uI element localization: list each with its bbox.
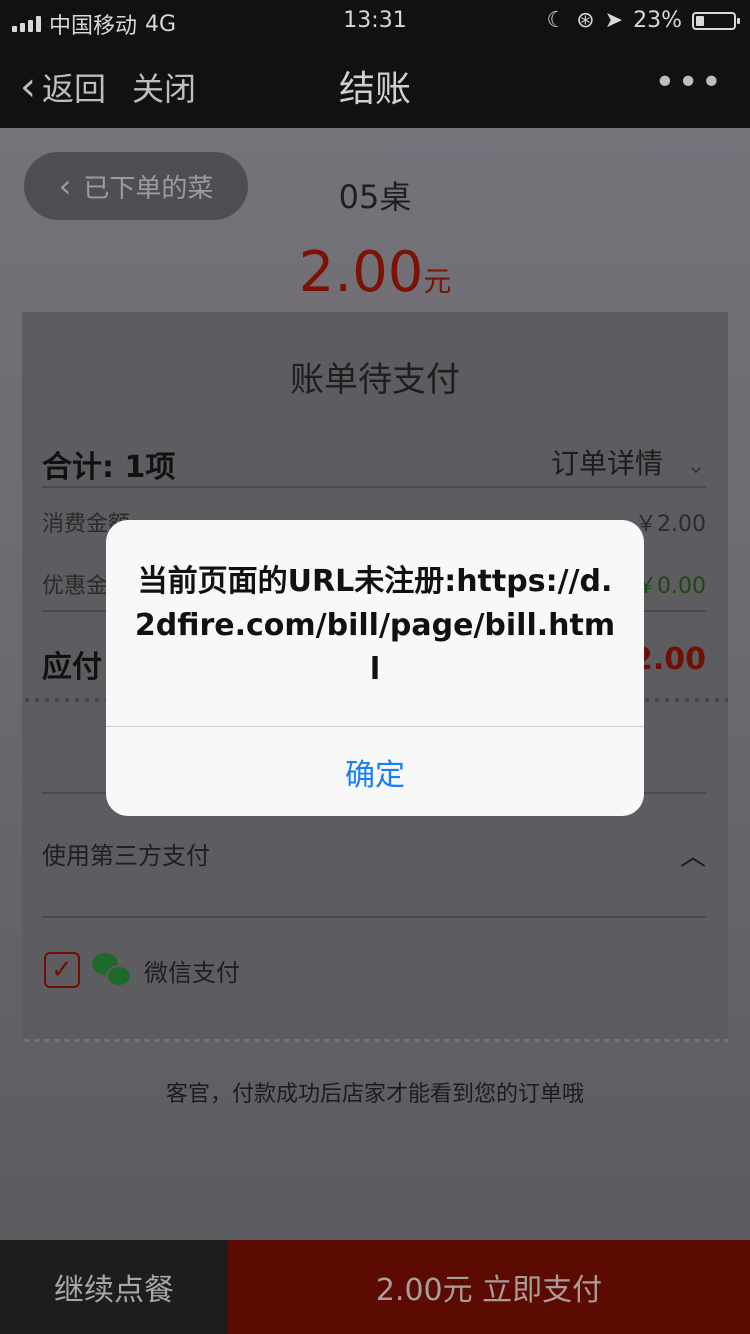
payment-tip: 客官，付款成功后店家才能看到您的订单哦 xyxy=(165,1082,584,1107)
bottom-bar: 继续点餐 2.00元 立即支付 xyxy=(0,1240,750,1334)
alert-dialog: 当前页面的URL未注册:https://d.2dfire.com/bill/pa… xyxy=(106,520,644,816)
rotation-lock-icon: ⊛ xyxy=(576,8,595,33)
perforation-top xyxy=(22,309,728,315)
third-party-pay-label: 使用第三方支付 xyxy=(42,842,210,870)
pay-now-button[interactable]: 2.00元 立即支付 xyxy=(228,1240,750,1334)
chevron-up-icon: ︿ xyxy=(679,842,706,872)
alert-message: 当前页面的URL未注册:https://d.2dfire.com/bill/pa… xyxy=(134,564,616,687)
continue-ordering-button[interactable]: 继续点餐 xyxy=(0,1240,228,1334)
perforation-bottom xyxy=(22,1039,728,1045)
bill-status-title: 账单待支付 xyxy=(290,360,460,400)
status-right: ☾ ⊛ ➤ 23% xyxy=(546,8,740,33)
wechat-pay-option[interactable]: ✓ 微信支付 xyxy=(44,952,240,988)
moon-icon: ☾ xyxy=(546,8,567,33)
amount-unit: 元 xyxy=(423,265,452,298)
payable-label: 应付 xyxy=(42,650,102,685)
order-details-toggle[interactable]: 订单详情 ⌄ xyxy=(551,442,706,482)
consume-value: ￥2.00 xyxy=(635,512,706,537)
confirm-button[interactable]: 确定 xyxy=(106,727,644,816)
location-arrow-icon: ➤ xyxy=(604,8,624,33)
battery-icon xyxy=(692,11,740,30)
order-details-label: 订单详情 xyxy=(550,447,663,480)
wechat-pay-label: 微信支付 xyxy=(144,958,240,987)
chevron-down-icon: ⌄ xyxy=(685,451,706,479)
total-items: 合计: 1项 xyxy=(42,450,176,485)
more-button[interactable]: ••• xyxy=(654,62,724,103)
discount-label: 优惠金 xyxy=(42,574,109,599)
discount-value: ￥0.00 xyxy=(635,574,706,599)
checkbox-checked[interactable]: ✓ xyxy=(44,952,80,988)
battery-percent: 23% xyxy=(633,8,682,33)
divider xyxy=(42,916,706,918)
status-bar: 中国移动 4G 13:31 ☾ ⊛ ➤ 23% xyxy=(0,0,750,40)
order-amount: 2.00元 xyxy=(0,240,750,305)
amount-value: 2.00 xyxy=(298,240,424,305)
nav-bar: ‹ 返回 关闭 结账 ••• xyxy=(0,40,750,128)
page-title: 结账 xyxy=(338,69,411,110)
table-number: 05桌 xyxy=(338,178,412,216)
divider xyxy=(42,486,706,488)
wechat-icon xyxy=(92,953,132,987)
